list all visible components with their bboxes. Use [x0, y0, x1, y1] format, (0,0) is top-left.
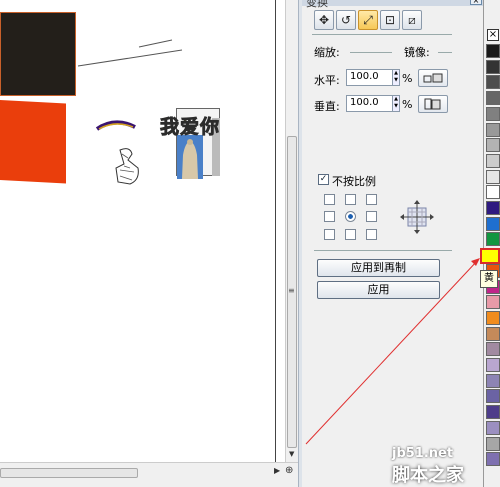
horizontal-scrollbar[interactable]: ▶ ⊕ — [0, 462, 298, 487]
scroll-right-arrow-icon[interactable]: ▶ — [274, 466, 280, 475]
sketch-shape[interactable] — [114, 146, 142, 186]
watermark-site: jb51.net — [392, 446, 454, 461]
position-tab-icon[interactable]: ✥ — [314, 10, 334, 30]
nonproportional-label: 不按比例 — [332, 175, 376, 188]
palette-swatch[interactable] — [486, 106, 500, 121]
palette-swatch[interactable] — [486, 405, 500, 420]
separator — [312, 34, 452, 35]
mirror-vertical-button[interactable] — [418, 95, 448, 113]
separator — [438, 52, 452, 53]
horizontal-label: 水平: — [314, 74, 340, 87]
palette-swatch[interactable] — [486, 342, 500, 357]
scale-label: 缩放: — [314, 46, 340, 59]
palette-swatch[interactable] — [486, 232, 500, 247]
palette-swatch[interactable] — [486, 185, 500, 200]
statue-image[interactable] — [177, 135, 203, 179]
palette-swatch[interactable] — [486, 373, 500, 388]
size-tab-icon[interactable]: ⊡ — [380, 10, 400, 30]
palette-swatch[interactable] — [486, 153, 500, 168]
palette-swatch[interactable] — [486, 436, 500, 451]
anchor-bottom-left[interactable] — [324, 229, 335, 240]
vertical-scrollbar[interactable]: ≡ ▼ — [285, 0, 298, 462]
palette-swatch[interactable] — [486, 169, 500, 184]
vertical-label: 垂直: — [314, 100, 340, 113]
palette-swatch[interactable] — [486, 138, 500, 153]
color-tooltip: 黄 — [480, 270, 498, 288]
mirror-horizontal-icon — [423, 73, 443, 83]
scroll-grip-icon: ≡ — [288, 286, 295, 295]
horizontal-percent: % — [402, 72, 413, 85]
palette-swatch[interactable] — [486, 201, 500, 215]
palette-swatch[interactable] — [486, 452, 500, 467]
page-border-line — [275, 0, 276, 462]
separator — [350, 52, 392, 53]
anchor-top-left[interactable] — [324, 194, 335, 205]
palette-swatch[interactable] — [486, 358, 500, 372]
apply-to-duplicate-button[interactable]: 应用到再制 — [317, 259, 440, 277]
mirror-label: 镜像: — [404, 46, 430, 59]
skew-tab-icon[interactable]: ⧄ — [402, 10, 422, 30]
docker-title: 变换 — [306, 0, 328, 9]
nonproportional-checkbox[interactable]: ✓ — [318, 174, 329, 185]
anchor-point-grid — [319, 194, 379, 242]
palette-swatch-selected[interactable] — [480, 248, 500, 265]
palette-swatch[interactable] — [486, 75, 500, 90]
anchor-top-right[interactable] — [366, 194, 377, 205]
palette-swatch[interactable] — [486, 420, 500, 435]
transform-docker: 变换 × ✥ ↺ ⤢ ⊡ ⧄ 缩放: 镜像: 水平: 100.0 ▲ ▼ % 垂直… — [302, 0, 483, 487]
palette-swatch[interactable] — [486, 295, 500, 310]
anchor-center[interactable] — [345, 211, 356, 222]
palette-swatch[interactable] — [486, 310, 500, 325]
anchor-bottom-center[interactable] — [345, 229, 356, 240]
palette-swatch[interactable] — [486, 122, 500, 137]
palette-swatch[interactable] — [486, 91, 500, 106]
palette-swatch[interactable] — [486, 216, 500, 231]
horizontal-spin-icon[interactable]: ▲ ▼ — [392, 69, 400, 86]
rotate-tab-icon[interactable]: ↺ — [336, 10, 356, 30]
mirror-horizontal-button[interactable] — [418, 69, 448, 87]
anchor-middle-right[interactable] — [366, 211, 377, 222]
purple-curve-shape[interactable] — [95, 117, 139, 133]
zoom-icon[interactable]: ⊕ — [285, 465, 297, 477]
mirror-vertical-icon — [424, 98, 441, 110]
palette-swatch[interactable] — [486, 326, 500, 341]
anchor-bottom-right[interactable] — [366, 229, 377, 240]
anchor-preview-icon — [400, 200, 434, 234]
close-icon[interactable]: × — [470, 0, 482, 5]
separator — [314, 250, 452, 251]
watermark: jb51.net 脚本之家 — [392, 446, 464, 487]
vertical-percent: % — [402, 98, 413, 111]
scale-mirror-tab-icon[interactable]: ⤢ — [358, 10, 378, 30]
apply-button[interactable]: 应用 — [317, 281, 440, 299]
watermark-name: 脚本之家 — [392, 465, 464, 486]
vertical-spin-icon[interactable]: ▲ ▼ — [392, 95, 400, 112]
palette-swatch[interactable] — [486, 44, 500, 58]
scroll-down-arrow-icon[interactable]: ▼ — [289, 450, 294, 458]
anchor-top-center[interactable] — [345, 194, 356, 205]
x-icon[interactable]: × — [487, 29, 499, 41]
docker-title-bar: 变换 × — [302, 0, 483, 9]
transform-tabs: ✥ ↺ ⤢ ⊡ ⧄ — [314, 10, 422, 30]
app-window: 我爱你 ≡ ▼ ▶ ⊕ 变换 × ✥ ↺ ⤢ ⊡ ⧄ 缩放: 镜像: 水平: 1… — [0, 0, 500, 487]
love-text-shape[interactable]: 我爱你 — [160, 112, 220, 139]
anchor-middle-left[interactable] — [324, 211, 335, 222]
palette-swatch[interactable] — [486, 389, 500, 404]
drawing-canvas[interactable]: 我爱你 — [0, 0, 278, 462]
color-palette: × — [480, 0, 500, 487]
horizontal-scroll-thumb[interactable] — [0, 468, 138, 478]
palette-swatch[interactable] — [486, 59, 500, 74]
